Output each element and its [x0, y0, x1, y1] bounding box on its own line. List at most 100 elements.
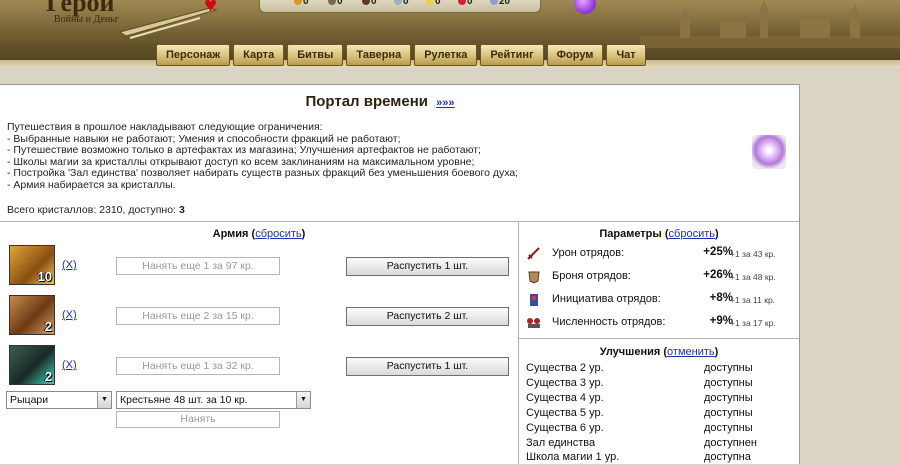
param-cost-link[interactable]: +1 за 43 кр. — [730, 249, 776, 259]
crystal-red-icon — [458, 0, 466, 5]
rule-line: - Путешествие возможно только в артефакт… — [7, 144, 481, 156]
nav-forum[interactable]: Форум — [546, 44, 604, 66]
upgrade-row: Существа 5 ур. доступны — [526, 407, 796, 421]
nav-chat[interactable]: Чат — [606, 44, 646, 66]
game-logo[interactable]: Герой Войны и Деньг — [38, 0, 130, 28]
param-value: +26% — [703, 269, 733, 281]
upgrade-name: Существа 3 ур. — [526, 377, 604, 389]
nav-roulette[interactable]: Рулетка — [414, 44, 478, 66]
nav-rating[interactable]: Рейтинг — [480, 44, 544, 66]
army-unit-row: 2 (X) Нанять еще 1 за 32 кр. Распустить … — [0, 345, 518, 389]
upgrades-cancel-link[interactable]: отменить — [667, 346, 715, 358]
ore-icon — [362, 0, 370, 5]
nav-character[interactable]: Персонаж — [156, 44, 231, 66]
nav-map[interactable]: Карта — [233, 44, 285, 66]
page-title: Портал времени »»» — [0, 93, 760, 110]
chevron-down-icon[interactable]: ▼ — [296, 392, 310, 408]
health-heart-icon: ♥ — [204, 0, 218, 17]
army-heading: Армия (сбросить) — [212, 228, 306, 240]
unit-count: 2 — [44, 369, 52, 384]
upgrades-heading: Улучшения (отменить) — [599, 346, 719, 358]
crystal-totals: Всего кристаллов: 2310, доступно: 3 — [7, 204, 185, 216]
params-divider — [519, 338, 799, 339]
gem-icon — [490, 0, 498, 5]
upgrade-status[interactable]: доступна — [704, 451, 751, 463]
param-initiative: Инициатива отрядов: +8% +1 за 11 кр. — [526, 291, 796, 309]
dismiss-button[interactable]: Распустить 2 шт. — [346, 307, 509, 326]
upgrade-name: Существа 5 ур. — [526, 407, 604, 419]
param-cost-link[interactable]: +1 за 11 кр. — [730, 295, 775, 305]
upgrade-status[interactable]: доступны — [704, 407, 753, 419]
param-cost-link[interactable]: +1 за 48 кр. — [730, 272, 776, 282]
resource-bar: 0 0 0 0 0 0 20 — [259, 0, 541, 13]
nav-tavern[interactable]: Таверна — [346, 44, 412, 66]
hire-more-button[interactable]: Нанять еще 2 за 15 кр. — [116, 307, 280, 325]
army-title: Армия — [212, 228, 249, 240]
unit-select-value: Крестьяне 48 шт. за 10 кр. — [120, 394, 248, 406]
page-title-text: Портал времени — [305, 93, 428, 110]
chevron-down-icon[interactable]: ▼ — [97, 392, 111, 408]
ore-resource: 0 — [362, 0, 377, 7]
unit-count: 10 — [37, 269, 52, 284]
column-divider — [518, 221, 519, 464]
unit-portrait[interactable]: 2 — [9, 345, 55, 385]
gold-resource: 0 — [294, 0, 309, 7]
upgrade-name: Существа 2 ур. — [526, 362, 604, 374]
unit-portrait[interactable]: 2 — [9, 295, 55, 335]
army-unit-row: 10 (X) Нанять еще 1 за 97 кр. Распустить… — [0, 245, 518, 289]
remove-unit-link[interactable]: (X) — [62, 359, 77, 371]
gold-icon — [294, 0, 302, 5]
params-title: Параметры — [599, 228, 662, 240]
army-reset-link[interactable]: сбросить — [255, 228, 301, 240]
mana-orb-icon — [574, 0, 596, 14]
main-nav: Персонаж Карта Битвы Таверна Рулетка Рей… — [156, 44, 646, 66]
param-value: +9% — [709, 315, 733, 327]
faction-select[interactable]: Рыцари ▼ — [6, 391, 112, 409]
mercury-resource: 0 — [394, 0, 409, 7]
castle-skyline-icon — [640, 0, 900, 48]
unit-portrait[interactable]: 10 — [9, 245, 55, 285]
upgrade-status[interactable]: доступнен — [704, 437, 757, 449]
param-label: Урон отрядов: — [552, 247, 625, 259]
upgrade-row: Зал единства доступнен — [526, 437, 796, 451]
game-header: Герой Войны и Деньг ♥ 0 0 0 0 0 0 20 Пер… — [0, 0, 900, 68]
upgrades-title: Улучшения — [599, 346, 661, 358]
upgrade-row: Существа 4 ур. доступны — [526, 392, 796, 406]
title-more-link[interactable]: »»» — [436, 97, 454, 109]
hire-button[interactable]: Нанять — [116, 411, 280, 428]
rule-line: - Армия набирается за кристаллы. — [7, 178, 176, 191]
upgrade-row: Существа 3 ур. доступны — [526, 377, 796, 391]
unit-count: 2 — [44, 319, 52, 334]
sword-icon — [527, 247, 540, 260]
upgrade-name: Зал единства — [526, 437, 596, 449]
param-squad-size: Численность отрядов: +9% +1 за 17 кр. — [526, 314, 796, 332]
mercury-icon — [394, 0, 402, 5]
upgrade-name: Школа магии 1 ур. — [526, 451, 620, 463]
hire-more-button[interactable]: Нанять еще 1 за 97 кр. — [116, 257, 280, 275]
upgrade-status[interactable]: доступны — [704, 392, 753, 404]
upgrade-status[interactable]: доступны — [704, 362, 753, 374]
upgrade-status[interactable]: доступны — [704, 377, 753, 389]
armor-icon — [528, 271, 540, 284]
upgrade-status[interactable]: доступны — [704, 422, 753, 434]
logo-subtitle: Войны и Деньг — [54, 14, 119, 25]
hire-more-button[interactable]: Нанять еще 1 за 32 кр. — [116, 357, 280, 375]
params-reset-link[interactable]: сбросить — [669, 228, 715, 240]
param-cost-link[interactable]: +1 за 17 кр. — [730, 318, 776, 328]
sulfur-resource: 0 — [426, 0, 441, 7]
gem-resource: 20 — [490, 0, 510, 7]
remove-unit-link[interactable]: (X) — [62, 309, 77, 321]
upgrade-row: Существа 6 ур. доступны — [526, 422, 796, 436]
param-label: Броня отрядов: — [552, 270, 631, 282]
dismiss-button[interactable]: Распустить 1 шт. — [346, 357, 509, 376]
param-value: +8% — [709, 292, 733, 304]
param-damage: Урон отрядов: +25% +1 за 43 кр. — [526, 245, 796, 263]
upgrade-row: Существа 2 ур. доступны — [526, 362, 796, 376]
crystals-available: 3 — [178, 204, 185, 216]
dismiss-button[interactable]: Распустить 1 шт. — [346, 257, 509, 276]
remove-unit-link[interactable]: (X) — [62, 259, 77, 271]
unit-select[interactable]: Крестьяне 48 шт. за 10 кр. ▼ — [116, 391, 311, 409]
wood-resource: 0 — [328, 0, 343, 7]
nav-battles[interactable]: Битвы — [287, 44, 344, 66]
section-divider — [0, 221, 799, 222]
